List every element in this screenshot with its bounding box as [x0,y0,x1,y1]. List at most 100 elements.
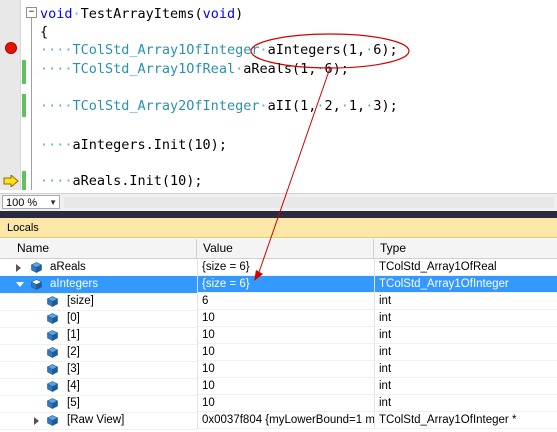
variable-type-cell: int [374,293,557,310]
whitespace-marker: ···· [40,98,73,114]
variable-value-cell[interactable]: 0x0037f804 {myLowerBound=1 m [197,412,374,429]
code-text: aIntegers(1, [267,42,366,58]
locals-row[interactable]: aIntegers {size = 6} TColStd_Array1OfInteg… [0,276,557,294]
code-line[interactable]: ····aReals.Init(10); [40,172,203,190]
locals-row[interactable]: [4] 10 int [0,378,557,396]
locals-row[interactable]: [5] 10 int [0,395,557,413]
variable-name-cell[interactable]: [2] [0,344,197,362]
code-line[interactable]: ····TColStd_Array2OfInteger·aII(1,·2,·1,… [40,97,398,115]
column-type-header[interactable]: Type [374,239,557,258]
column-name-header[interactable]: Name [0,239,197,258]
locals-row[interactable]: [2] 10 int [0,344,557,362]
pane-splitter[interactable] [0,211,557,218]
variable-name: aIntegers [50,278,98,290]
variable-name: [4] [67,380,80,392]
variable-name: [5] [67,397,80,409]
locals-row[interactable]: [0] 10 int [0,310,557,328]
variable-name-cell[interactable]: [5] [0,395,197,413]
outline-line [31,18,32,190]
variable-name: aReals [50,261,86,273]
variable-icon [46,313,59,324]
variable-name-cell[interactable]: [3] [0,361,197,379]
code-type: TColStd_Array2OfInteger [72,98,260,114]
code-editor[interactable]: − void·TestArrayItems(void){····TColStd_… [0,0,557,190]
changed-lines-marker [22,94,26,117]
variable-name-cell[interactable]: [1] [0,327,197,345]
whitespace-marker: · [365,98,374,114]
variable-name: [size] [67,295,94,307]
variable-type-cell: int [374,395,557,412]
changed-lines-marker [22,171,26,190]
locals-row[interactable]: [3] 10 int [0,361,557,379]
locals-row[interactable]: [Raw View] 0x0037f804 {myLowerBound=1 m TC… [0,412,557,430]
code-text: aReals(1, [243,61,317,77]
variable-value-cell[interactable]: 10 [197,344,374,361]
expand-arrow-icon[interactable] [34,417,39,425]
locals-row[interactable]: aReals {size = 6} TColStd_Array1OfReal [0,259,557,277]
variable-icon [46,398,59,409]
code-line[interactable]: ····aIntegers.Init(10); [40,136,227,154]
variable-value-cell[interactable]: 10 [197,327,374,344]
editor-status-strip: 100 % ▼ [0,193,557,211]
variable-type-cell: int [374,310,557,327]
variable-type-cell: TColStd_Array1OfInteger [374,276,557,293]
whitespace-marker: · [72,6,81,22]
variable-name-cell[interactable]: aReals [0,259,197,277]
code-line[interactable]: ····TColStd_Array1OfInteger·aIntegers(1,… [40,41,398,59]
variable-value-cell[interactable]: 10 [197,395,374,412]
code-line[interactable]: { [40,23,48,41]
variable-value-cell[interactable]: {size = 6} [197,276,374,293]
variable-icon [46,330,59,341]
code-text: ) [235,6,244,22]
whitespace-marker: · [235,61,244,77]
code-text: aII(1, [267,98,317,114]
code-text: 3); [373,98,398,114]
collapse-arrow-icon[interactable] [16,282,24,287]
zoom-dropdown[interactable]: 100 % ▼ [2,195,60,209]
code-type: TColStd_Array1OfInteger [72,42,260,58]
variable-value-cell[interactable]: 10 [197,310,374,327]
column-value-header[interactable]: Value [197,239,374,258]
code-line[interactable]: ····TColStd_Array1OfReal·aReals(1,·6); [40,60,349,78]
whitespace-marker: · [259,42,268,58]
variable-name-cell[interactable]: [0] [0,310,197,328]
code-text: TestArrayItems( [80,6,203,22]
variable-value-cell[interactable]: 10 [197,361,374,378]
locals-row[interactable]: [1] 10 int [0,327,557,345]
code-type: TColStd_Array1OfReal [72,61,236,77]
collapse-icon[interactable]: − [26,7,37,18]
horizontal-scrollbar[interactable] [64,197,554,208]
code-keyword: void [202,6,236,22]
variable-icon [46,381,59,392]
code-text: 6); [373,42,398,58]
chevron-down-icon[interactable]: ▼ [49,196,57,210]
code-line[interactable]: void·TestArrayItems(void) [40,5,243,23]
whitespace-marker: · [316,61,325,77]
code-text: { [40,24,49,40]
variable-name-cell[interactable]: [size] [0,293,197,311]
column-header: Name Value Type [0,239,557,259]
zoom-value: 100 % [6,197,38,209]
variable-value-cell[interactable]: 6 [197,293,374,310]
variable-value-cell[interactable]: {size = 6} [197,259,374,276]
variable-icon [30,279,43,290]
code-text: aReals.Init(10); [72,173,203,189]
variable-icon [46,296,59,307]
code-text: aIntegers.Init(10); [72,137,227,153]
breakpoint-icon[interactable] [5,42,17,54]
current-statement-arrow-icon [3,175,19,187]
variable-value-cell[interactable]: 10 [197,378,374,395]
whitespace-marker: · [340,98,349,114]
variable-name-cell[interactable]: aIntegers [0,276,197,294]
whitespace-marker: ···· [40,42,73,58]
whitespace-marker: ···· [40,173,73,189]
variable-type-cell: int [374,344,557,361]
expand-arrow-icon[interactable] [16,264,21,272]
variable-name: [Raw View] [67,414,125,426]
locals-row[interactable]: [size] 6 int [0,293,557,311]
editor-gutter[interactable] [0,0,20,190]
variable-name-cell[interactable]: [4] [0,378,197,396]
variable-icon [46,415,59,426]
whitespace-marker: · [259,98,268,114]
variable-name-cell[interactable]: [Raw View] [0,412,197,430]
